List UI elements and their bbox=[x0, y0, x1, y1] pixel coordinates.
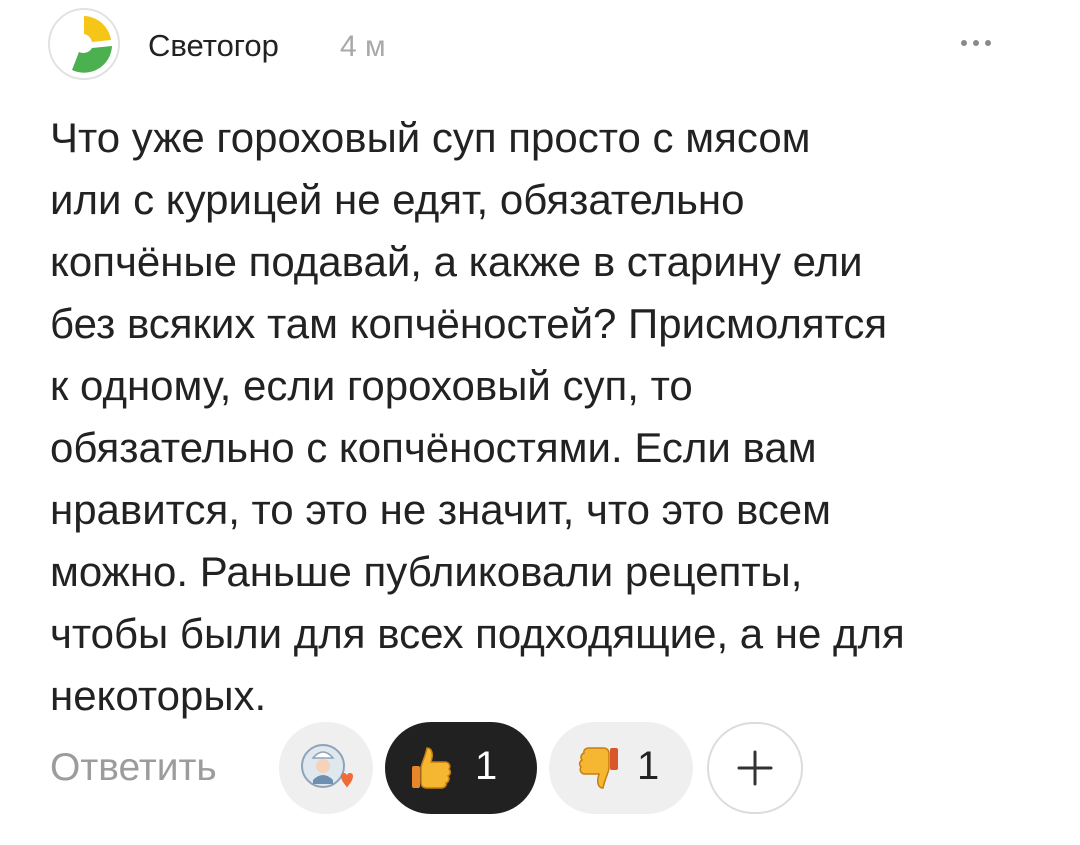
like-count: 1 bbox=[475, 744, 498, 788]
thumbs-up-icon bbox=[412, 747, 452, 789]
comment-text-line: чтобы были для всех подходящие, а не для bbox=[50, 610, 905, 657]
more-options-icon[interactable] bbox=[956, 28, 996, 58]
comment-text-line: обязательно с копчёностями. Если вам bbox=[50, 424, 817, 471]
comment-text-line: копчёные подавай, а какже в старину ели bbox=[50, 238, 863, 285]
author-name[interactable]: Светогор bbox=[148, 28, 279, 64]
avatar[interactable] bbox=[48, 8, 120, 80]
dislike-button[interactable]: 1 bbox=[549, 722, 693, 814]
comment-text-line: можно. Раньше публиковали рецепты, bbox=[50, 548, 803, 595]
comment-text-line: без всяких там копчёностей? Присмолятся bbox=[50, 300, 888, 347]
comment-time: 4 м bbox=[340, 30, 386, 63]
comment-text: Что уже гороховый суп просто с мясом или… bbox=[50, 107, 1040, 727]
comment-text-line: или с курицей не едят, обязательно bbox=[50, 176, 745, 223]
reply-button[interactable]: Ответить bbox=[50, 746, 217, 790]
comment-text-line: к одному, если гороховый суп, то bbox=[50, 362, 693, 409]
author-reaction-badge[interactable] bbox=[279, 722, 373, 814]
plus-icon bbox=[737, 750, 773, 786]
comment-header: Светогор 4 м bbox=[48, 6, 1048, 82]
like-button[interactable]: 1 bbox=[385, 722, 537, 814]
comment-actions: Ответить 1 1 bbox=[0, 718, 1080, 818]
thumbs-down-icon bbox=[578, 747, 618, 789]
comment-text-line: Что уже гороховый суп просто с мясом bbox=[50, 114, 811, 161]
dislike-count: 1 bbox=[637, 744, 660, 788]
chef-heart-badge-icon bbox=[301, 744, 353, 788]
comment-text-line: нравится, то это не значит, что это всем bbox=[50, 486, 832, 533]
add-reaction-button[interactable] bbox=[707, 722, 803, 814]
